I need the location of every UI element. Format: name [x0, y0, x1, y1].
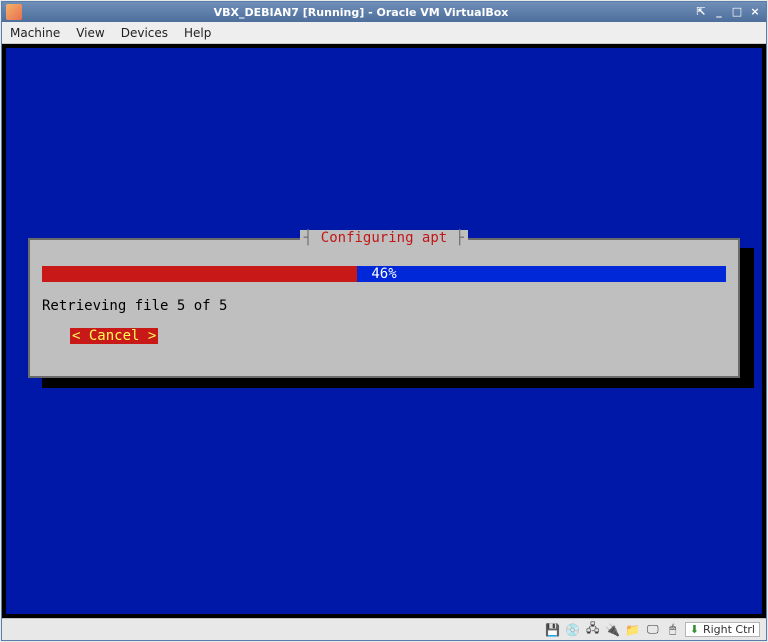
- minimize-button[interactable]: _: [712, 5, 726, 19]
- hostkey-indicator[interactable]: ⬇ Right Ctrl: [685, 622, 760, 637]
- menu-machine[interactable]: Machine: [10, 26, 60, 40]
- vm-display-area[interactable]: Configuring apt 46% Retrieving file 5 of…: [2, 44, 766, 618]
- window-buttons: ⇱ _ □ ×: [694, 5, 762, 19]
- progress-label: 46%: [30, 266, 738, 282]
- virtualbox-icon: [6, 4, 22, 20]
- cancel-button[interactable]: Cancel: [70, 328, 158, 344]
- window-title: VBX_DEBIAN7 [Running] - Oracle VM Virtua…: [28, 6, 694, 19]
- disk-icon[interactable]: 💾: [545, 622, 561, 638]
- display-icon[interactable]: 🖵: [645, 622, 661, 638]
- maximize-button[interactable]: □: [730, 5, 744, 19]
- configuring-apt-dialog: Configuring apt 46% Retrieving file 5 of…: [28, 238, 740, 378]
- status-text: Retrieving file 5 of 5: [42, 298, 227, 314]
- statusbar: 💾 💿 🖧 🔌 📁 🖵 🖱 ⬇ Right Ctrl: [2, 618, 766, 640]
- network-icon[interactable]: 🖧: [585, 622, 601, 638]
- guest-framebuffer: Configuring apt 46% Retrieving file 5 of…: [6, 48, 762, 614]
- mouse-integration-icon[interactable]: 🖱: [665, 622, 681, 638]
- menu-devices[interactable]: Devices: [121, 26, 168, 40]
- usb-icon[interactable]: 🔌: [605, 622, 621, 638]
- hostkey-arrow-icon: ⬇: [690, 623, 699, 636]
- close-button[interactable]: ×: [748, 5, 762, 19]
- optical-icon[interactable]: 💿: [565, 622, 581, 638]
- titlebar[interactable]: VBX_DEBIAN7 [Running] - Oracle VM Virtua…: [2, 2, 766, 22]
- virtualbox-window: VBX_DEBIAN7 [Running] - Oracle VM Virtua…: [1, 1, 767, 641]
- menubar: Machine View Devices Help: [2, 22, 766, 44]
- shared-folder-icon[interactable]: 📁: [625, 622, 641, 638]
- cancel-label: Cancel: [89, 328, 140, 344]
- menu-help[interactable]: Help: [184, 26, 211, 40]
- dialog-title: Configuring apt: [300, 230, 468, 246]
- hostkey-label: Right Ctrl: [703, 623, 755, 636]
- pin-button[interactable]: ⇱: [694, 5, 708, 19]
- dialog-title-wrap: Configuring apt: [30, 230, 738, 246]
- menu-view[interactable]: View: [76, 26, 104, 40]
